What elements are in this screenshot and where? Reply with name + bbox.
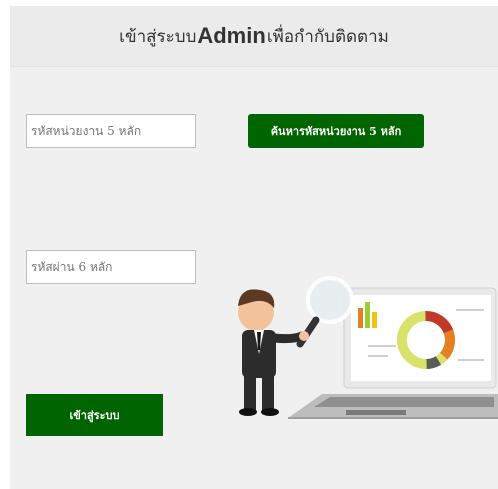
login-button[interactable]: เข้าสู่ระบบ bbox=[26, 394, 163, 436]
title-suffix: เพื่อกำกับติดตาม bbox=[266, 26, 389, 47]
search-unit-button[interactable]: ค้นหารหัสหน่วยงาน 5 หลัก bbox=[248, 114, 424, 148]
unit-code-input[interactable] bbox=[26, 114, 196, 148]
businessman-icon bbox=[238, 289, 309, 416]
password-input[interactable] bbox=[26, 250, 196, 284]
login-illustration bbox=[238, 276, 498, 419]
title-brand: Admin bbox=[197, 23, 266, 48]
title-prefix: เข้าสู่ระบบ bbox=[119, 26, 197, 47]
page-header: เข้าสู่ระบบ Admin เพื่อกำกับติดตาม bbox=[10, 6, 498, 67]
